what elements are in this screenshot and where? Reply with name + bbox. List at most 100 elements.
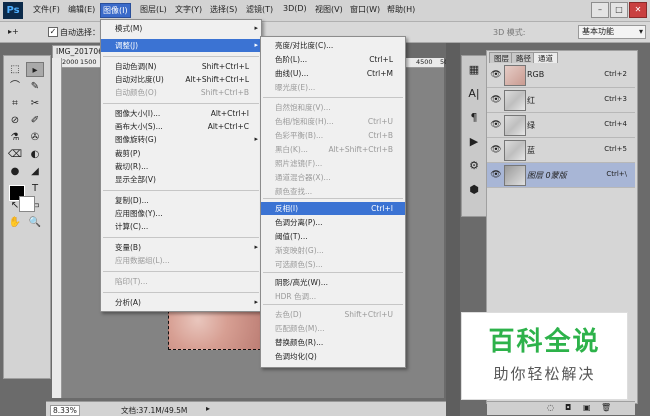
paragraph-icon[interactable]: ¶ [466, 110, 482, 126]
save-selection-icon[interactable]: ◘ [565, 403, 571, 412]
tool-icon[interactable]: ✐ [26, 113, 44, 128]
menu-item[interactable]: 曲线(U)... Ctrl+M [261, 67, 405, 80]
menu-item[interactable]: 自动色调(N) Shift+Ctrl+L [101, 60, 261, 73]
menu-select[interactable]: 选择(S) [210, 4, 237, 15]
tool-icon[interactable]: ✂ [26, 96, 44, 111]
background-color-swatch[interactable] [19, 196, 35, 212]
menu-item[interactable]: 阴影/高光(W)... [261, 276, 405, 289]
visibility-eye-icon[interactable]: 👁 [490, 144, 502, 156]
menu-filter[interactable]: 滤镜(T) [246, 4, 273, 15]
menu-item-label: 陷印(T)... [115, 277, 148, 286]
tool-icon[interactable]: ◢ [26, 164, 44, 179]
menu-item[interactable]: 画布大小(S)... Alt+Ctrl+C [101, 120, 261, 133]
tool-icon[interactable]: ✎ [26, 79, 44, 94]
tool-icon[interactable]: ✋ [6, 215, 24, 230]
delete-channel-icon[interactable]: 🗑 [601, 403, 611, 412]
maximize-icon[interactable]: □ [610, 2, 628, 18]
channel-shortcut: Ctrl+\ [606, 170, 627, 178]
clone-source-icon[interactable]: ⚙ [466, 158, 482, 174]
tool-icon[interactable]: ✇ [26, 130, 44, 145]
visibility-eye-icon[interactable]: 👁 [490, 119, 502, 131]
menu-item[interactable]: 自动对比度(U) Alt+Shift+Ctrl+L [101, 73, 261, 86]
zoom-level[interactable]: 8.33% [50, 405, 80, 416]
channel-row-red[interactable]: 👁 红 Ctrl+3 [487, 88, 635, 113]
menu-item: HDR 色调... [261, 290, 405, 303]
visibility-eye-icon[interactable]: 👁 [490, 69, 502, 81]
menu-item[interactable]: 亮度/对比度(C)... [261, 39, 405, 52]
load-selection-icon[interactable]: ◌ [547, 403, 554, 412]
menu-item-label: 自动色调(N) [115, 62, 157, 71]
tool-icon[interactable]: ⊘ [6, 113, 24, 128]
menu-window[interactable]: 窗口(W) [350, 4, 380, 15]
menu-item[interactable]: 显示全部(V) [101, 173, 261, 186]
menu-bar: Ps 文件(F) 编辑(E) 图像(I) 图层(L) 文字(Y) 选择(S) 滤… [0, 0, 650, 22]
tool-icon[interactable]: ● [6, 164, 24, 179]
workspace-select[interactable]: 基本功能 ▾ [578, 25, 646, 39]
menu-item-label: 自动对比度(U) [115, 75, 164, 84]
visibility-eye-icon[interactable]: 👁 [490, 94, 502, 106]
tool-icon[interactable]: ⌒ [6, 79, 24, 94]
menu-item: 照片滤镜(F)... [261, 157, 405, 170]
actions-play-icon[interactable]: ▶ [466, 134, 482, 150]
menu-item[interactable]: 变量(B) ▸ [101, 241, 261, 254]
menu-item[interactable]: 图像大小(I)... Alt+Ctrl+I [101, 107, 261, 120]
menu-item[interactable]: 阈值(T)... [261, 230, 405, 243]
menu-view[interactable]: 视图(V) [315, 4, 343, 15]
menu-item[interactable]: 裁剪(P) [101, 147, 261, 160]
menu-item-label: 显示全部(V) [115, 175, 156, 184]
tool-icon[interactable]: ⚗ [6, 130, 24, 145]
tool-icon[interactable]: 🔍 [26, 215, 44, 230]
3d-cube-icon[interactable]: ⬢ [466, 182, 482, 198]
menu-item[interactable]: 色调均化(Q) [261, 350, 405, 363]
menu-item[interactable]: 调整(J) ▸ [101, 39, 261, 52]
channel-row-rgb[interactable]: 👁 RGB Ctrl+2 [487, 63, 635, 88]
history-icon[interactable]: ▦ [466, 62, 482, 78]
menu-item[interactable]: 色阶(L)... Ctrl+L [261, 53, 405, 66]
minimize-icon[interactable]: – [591, 2, 609, 18]
menu-item: 自动颜色(O) Shift+Ctrl+B [101, 86, 261, 99]
menu-item[interactable]: 应用图像(Y)... [101, 207, 261, 220]
menu-item[interactable]: 色调分离(P)... [261, 216, 405, 229]
tool-icon[interactable]: ⌫ [6, 147, 24, 162]
new-channel-icon[interactable]: ▣ [583, 403, 591, 412]
auto-select-checkbox[interactable]: ✓ [48, 27, 58, 37]
tool-icon[interactable]: ⌗ [6, 96, 24, 111]
menu-item[interactable]: 计算(C)... [101, 220, 261, 233]
menu-item[interactable]: 图像旋转(G) ▸ [101, 133, 261, 146]
menu-item-shortcut: Shift+Ctrl+B [200, 88, 249, 97]
menu-layer[interactable]: 图层(L) [140, 4, 167, 15]
move-tool-icon[interactable]: ▸+ [8, 27, 19, 36]
channel-shortcut: Ctrl+4 [604, 120, 627, 128]
menu-item[interactable]: 替换颜色(R)... [261, 336, 405, 349]
submenu-arrow-icon: ▸ [254, 24, 258, 32]
menu-3d[interactable]: 3D(D) [283, 4, 307, 13]
document-info: 文档:37.1M/49.5M [121, 406, 188, 415]
visibility-eye-icon[interactable]: 👁 [490, 169, 502, 181]
menu-type[interactable]: 文字(Y) [175, 4, 202, 15]
menu-item[interactable]: 反相(I) Ctrl+I [261, 202, 405, 215]
menu-item-label: 画布大小(S)... [115, 122, 163, 131]
menu-item[interactable]: 分析(A) ▸ [101, 296, 261, 309]
chevron-right-icon[interactable]: ▸ [206, 404, 210, 413]
menu-item: 通道混合器(X)... [261, 171, 405, 184]
menu-item[interactable]: 复制(D)... [101, 194, 261, 207]
tool-icon[interactable]: ⬚ [6, 62, 24, 77]
character-icon[interactable]: A| [466, 86, 482, 102]
close-icon[interactable]: ✕ [629, 2, 647, 18]
tool-icon[interactable]: ▸ [26, 62, 44, 77]
menu-item-label: 去色(D) [275, 310, 302, 319]
menu-edit[interactable]: 编辑(E) [68, 4, 95, 15]
menu-file[interactable]: 文件(F) [33, 4, 60, 15]
tool-icon[interactable]: ◐ [26, 147, 44, 162]
menu-item-shortcut: Shift+Ctrl+L [201, 62, 249, 71]
menu-image[interactable]: 图像(I) [100, 3, 131, 18]
menu-item[interactable]: 模式(M) ▸ [101, 22, 261, 35]
menu-separator [103, 190, 259, 191]
channel-row-layer-mask[interactable]: 👁 图层 0蒙版 Ctrl+\ [487, 163, 635, 188]
tool-icon[interactable]: T [26, 181, 44, 196]
channel-row-green[interactable]: 👁 绿 Ctrl+4 [487, 113, 635, 138]
channel-row-blue[interactable]: 👁 蓝 Ctrl+5 [487, 138, 635, 163]
menu-item[interactable]: 裁切(R)... [101, 160, 261, 173]
menu-help[interactable]: 帮助(H) [387, 4, 415, 15]
status-bar: 8.33% 文档:37.1M/49.5M ▸ [46, 401, 446, 416]
